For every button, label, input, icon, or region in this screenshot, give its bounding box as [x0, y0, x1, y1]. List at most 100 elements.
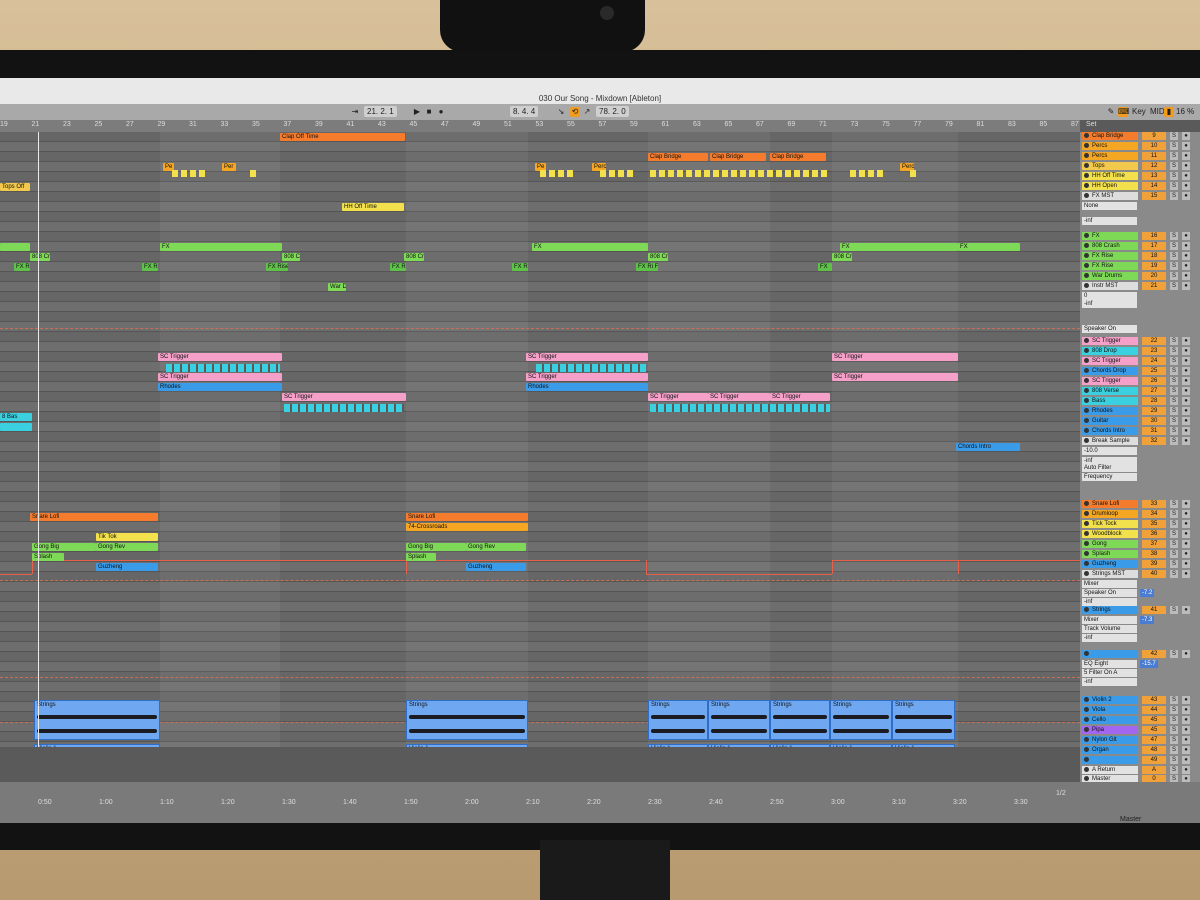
audio-clip[interactable]: Violin 1	[830, 744, 892, 747]
automation-curve[interactable]	[646, 574, 832, 575]
clip[interactable]: SC Trigger	[770, 393, 830, 401]
track-name[interactable]: Drumloop	[1082, 510, 1138, 518]
automation-curve[interactable]	[958, 560, 959, 574]
track-activator-icon[interactable]	[1084, 571, 1089, 576]
solo-button[interactable]: S	[1170, 606, 1178, 614]
track-name[interactable]: Chords Intro	[1082, 427, 1138, 435]
track-name[interactable]: SC Trigger	[1082, 357, 1138, 365]
track-activator-icon[interactable]	[1084, 408, 1089, 413]
monitor-icon[interactable]: ●	[1182, 172, 1190, 180]
track-activator-icon[interactable]	[1084, 263, 1089, 268]
solo-button[interactable]: S	[1170, 242, 1178, 250]
track-activator-icon[interactable]	[1084, 717, 1089, 722]
mixer-track[interactable]: FX 16 S ●	[1082, 232, 1198, 241]
solo-button[interactable]: S	[1170, 142, 1178, 150]
track-number[interactable]: 30	[1142, 417, 1166, 425]
track-name[interactable]: FX MST	[1082, 192, 1138, 200]
key-map-button[interactable]: Key	[1132, 107, 1146, 116]
audio-clip[interactable]: Violin 1	[770, 744, 830, 747]
clip[interactable]: FX Rise	[266, 263, 288, 271]
loop-switch-icon[interactable]: ⟲	[570, 107, 580, 117]
mixer-track[interactable]: Tops 12 S ●	[1082, 162, 1198, 171]
mixer-dropdown[interactable]: -inf	[1082, 598, 1137, 606]
track-number[interactable]: 47	[1142, 736, 1166, 744]
clip[interactable]: 808 Cr	[30, 253, 50, 261]
audio-clip[interactable]: Strings	[830, 700, 892, 740]
track-name[interactable]	[1082, 650, 1138, 658]
track-name[interactable]: FX	[1082, 232, 1138, 240]
note-block[interactable]	[199, 170, 205, 177]
track-name[interactable]: Tops	[1082, 162, 1138, 170]
track-number[interactable]: 10	[1142, 142, 1166, 150]
clip[interactable]: Tik Tok	[96, 533, 158, 541]
track-number[interactable]: 35	[1142, 520, 1166, 528]
mixer-track[interactable]: Drumloop 34 S ●	[1082, 510, 1198, 519]
track-number[interactable]: 15	[1142, 192, 1166, 200]
mixer-dropdown[interactable]: Speaker On	[1082, 589, 1137, 597]
mixer-dropdown[interactable]: Track Volume	[1082, 625, 1137, 633]
track-number[interactable]: 13	[1142, 172, 1166, 180]
track-number[interactable]: 36	[1142, 530, 1166, 538]
solo-button[interactable]: S	[1170, 520, 1178, 528]
track-number[interactable]: 38	[1142, 550, 1166, 558]
mixer-track[interactable]: FX MST 15 S ●	[1082, 192, 1198, 201]
clip[interactable]: Clap Off Time	[280, 133, 405, 141]
track-number[interactable]: A	[1142, 766, 1166, 774]
clip[interactable]: 8 Bas	[0, 413, 32, 421]
monitor-icon[interactable]: ●	[1182, 726, 1190, 734]
track-name[interactable]: FX Rise	[1082, 262, 1138, 270]
note-strip[interactable]	[284, 404, 404, 412]
solo-button[interactable]: S	[1170, 427, 1178, 435]
volume-value[interactable]: -7.2	[1140, 589, 1155, 597]
mixer-track[interactable]: Strings 41 S ●	[1082, 606, 1198, 615]
mixer-dropdown[interactable]: EQ Eight	[1082, 660, 1137, 668]
track-name[interactable]	[1082, 756, 1138, 764]
solo-button[interactable]: S	[1170, 716, 1178, 724]
track-number[interactable]: 28	[1142, 397, 1166, 405]
automation-curve[interactable]	[0, 574, 32, 575]
monitor-icon[interactable]: ●	[1182, 500, 1190, 508]
solo-button[interactable]: S	[1170, 500, 1178, 508]
track-number[interactable]: 39	[1142, 560, 1166, 568]
track-activator-icon[interactable]	[1084, 143, 1089, 148]
solo-button[interactable]: S	[1170, 232, 1178, 240]
solo-button[interactable]: S	[1170, 550, 1178, 558]
track-number[interactable]: 17	[1142, 242, 1166, 250]
mixer-track[interactable]: Guzheng 39 S ●	[1082, 560, 1198, 569]
solo-button[interactable]: S	[1170, 437, 1178, 445]
monitor-icon[interactable]: ●	[1182, 746, 1190, 754]
clip[interactable]: Snare Lofi	[30, 513, 158, 521]
clip[interactable]: SC Trigger	[708, 393, 770, 401]
track-activator-icon[interactable]	[1084, 173, 1089, 178]
track-name[interactable]: HH Open	[1082, 182, 1138, 190]
track-activator-icon[interactable]	[1084, 531, 1089, 536]
mixer-dropdown[interactable]: Speaker On	[1082, 325, 1137, 333]
mixer-dropdown[interactable]: -inf	[1082, 300, 1137, 308]
solo-button[interactable]: S	[1170, 510, 1178, 518]
mixer-track[interactable]: Master 0 S ●	[1082, 775, 1198, 782]
monitor-icon[interactable]: ●	[1182, 162, 1190, 170]
track-activator-icon[interactable]	[1084, 253, 1089, 258]
mixer-track[interactable]: Nylon Git 47 S ●	[1082, 736, 1198, 745]
track-activator-icon[interactable]	[1084, 283, 1089, 288]
note-strip[interactable]	[536, 364, 646, 372]
track-name[interactable]: Guitar	[1082, 417, 1138, 425]
note-strip[interactable]	[650, 404, 830, 412]
mixer-track[interactable]: Chords Intro 31 S ●	[1082, 427, 1198, 436]
note-block[interactable]	[549, 170, 555, 177]
track-name[interactable]: 808 Crash	[1082, 242, 1138, 250]
mixer-dropdown[interactable]: -inf	[1082, 678, 1137, 686]
clip[interactable]: FX Ri	[142, 263, 158, 271]
track-name[interactable]: Percs	[1082, 152, 1138, 160]
track-name[interactable]: A Return	[1082, 766, 1138, 774]
solo-button[interactable]: S	[1170, 736, 1178, 744]
mixer-dropdown[interactable]: Auto Filter	[1082, 464, 1137, 472]
monitor-icon[interactable]: ●	[1182, 775, 1190, 782]
solo-button[interactable]: S	[1170, 756, 1178, 764]
monitor-icon[interactable]: ●	[1182, 437, 1190, 445]
track-activator-icon[interactable]	[1084, 273, 1089, 278]
track-number[interactable]: 12	[1142, 162, 1166, 170]
monitor-icon[interactable]: ●	[1182, 766, 1190, 774]
clip[interactable]: HH Off Time	[342, 203, 404, 211]
clip[interactable]: FX	[958, 243, 1020, 251]
